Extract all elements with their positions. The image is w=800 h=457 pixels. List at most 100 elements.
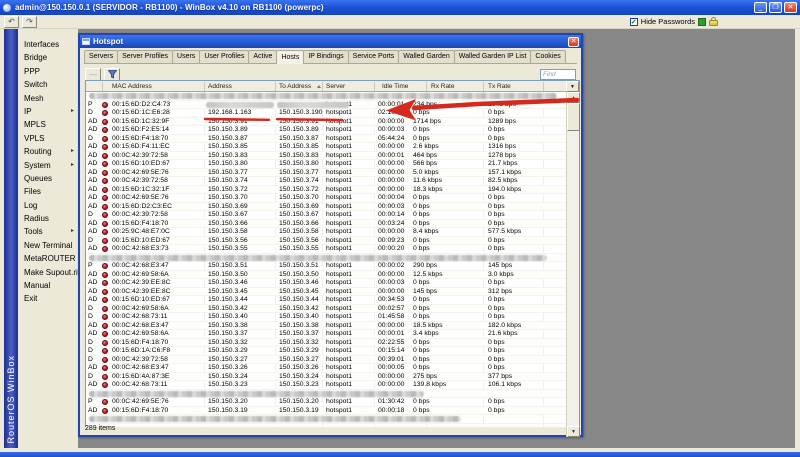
find-input[interactable]	[540, 68, 576, 80]
table-row[interactable]: D 00:15:6D:1C:E6:28 192.168.1.163 150.150.3…	[86, 109, 567, 118]
sidebar-item-manual[interactable]: Manual	[18, 279, 78, 292]
sidebar-item-ppp[interactable]: PPP	[18, 65, 78, 78]
tab-ip-bindings[interactable]: IP Bindings	[303, 50, 349, 63]
table-row[interactable]: D 00:0C:42:39:72:58 150.150.3.27 150.150.3.…	[86, 355, 567, 364]
sidebar-item-radius[interactable]: Radius	[18, 212, 78, 225]
sidebar-item-bridge[interactable]: Bridge	[18, 51, 78, 64]
column-header-to-address[interactable]: To Address	[279, 81, 311, 92]
sidebar-item-switch[interactable]: Switch	[18, 78, 78, 91]
column-separator[interactable]	[543, 82, 544, 91]
column-separator[interactable]	[374, 82, 375, 91]
column-header-server[interactable]: Server	[326, 81, 345, 92]
sidebar-item-ip[interactable]: IP ▸	[18, 105, 78, 118]
column-header-rx-rate[interactable]: Rx Rate	[431, 81, 454, 92]
column-separator[interactable]	[426, 82, 427, 91]
tab-user-profiles[interactable]: User Profiles	[199, 50, 250, 63]
tab-walled-garden-ip-list[interactable]: Walled Garden IP List	[453, 50, 532, 63]
sidebar-item-tools[interactable]: Tools ▸	[18, 225, 78, 238]
table-row[interactable]: AD 00:0C:42:69:5E:76 150.150.3.70 150.150.3…	[86, 194, 567, 203]
table-row[interactable]: P00:15:6D:D2:C4:73hotspot100:00:01234 bp…	[86, 100, 567, 109]
table-row[interactable]: D 00:15:6D:10:ED:67 150.150.3.56 150.150.3.…	[86, 236, 567, 245]
column-header-idle-time[interactable]: Idle Time	[382, 81, 408, 92]
tab-service-ports[interactable]: Service Ports	[347, 50, 400, 63]
table-row-redacted[interactable]	[86, 253, 567, 262]
table-row[interactable]: AD 00:25:9C:48:E7:0C 150.150.3.58 150.150.3…	[86, 228, 567, 237]
hotspot-close-button[interactable]: ✕	[568, 36, 579, 47]
restore-button[interactable]: ❐	[769, 2, 782, 13]
table-row[interactable]: AD 00:0C:42:69:5E:76 150.150.3.77 150.150.3…	[86, 168, 567, 177]
sidebar-item-mpls[interactable]: MPLS	[18, 118, 78, 131]
tab-hosts[interactable]: Hosts	[276, 50, 305, 64]
table-row[interactable]: AD 00:0C:42:39:EE:8C 150.150.3.45 150.150.3…	[86, 287, 567, 296]
table-row[interactable]: AD 00:0C:42:39:EE:8C 150.150.3.46 150.150.3…	[86, 279, 567, 288]
column-header-tx-rate[interactable]: Tx Rate	[488, 81, 511, 92]
table-row[interactable]: D 00:15:6D:4A:87:3E 150.150.3.24 150.150.3.…	[86, 372, 567, 381]
table-row[interactable]: D 00:15:6D:F4:18:70 150.150.3.32 150.150.3.…	[86, 338, 567, 347]
column-separator[interactable]	[204, 82, 205, 91]
table-row[interactable]: D 00:0C:42:68:73:11 150.150.3.40 150.150.3.…	[86, 313, 567, 322]
column-separator[interactable]	[483, 82, 484, 91]
table-row[interactable]: AD 00:15:6D:1C:32:9F 150.150.3.91 150.150.3…	[86, 117, 567, 126]
undo-button[interactable]: ↶	[4, 15, 19, 28]
tab-active[interactable]: Active	[248, 50, 278, 63]
table-row[interactable]: P 00:0C:42:68:E3:47 150.150.3.51 150.150.3.…	[86, 262, 567, 271]
column-separator[interactable]	[275, 82, 276, 91]
column-separator[interactable]	[102, 82, 103, 91]
sidebar-item-make-supout-rif[interactable]: Make Supout.rif	[18, 266, 80, 279]
sidebar-item-log[interactable]: Log	[18, 199, 78, 212]
table-row[interactable]: AD 00:0C:42:69:58:6A 150.150.3.37 150.150.3…	[86, 330, 567, 339]
hide-passwords-checkbox[interactable]: ✓	[629, 17, 638, 26]
taskbar[interactable]	[0, 452, 800, 457]
tab-servers[interactable]: Servers	[84, 50, 119, 63]
remove-button[interactable]: —	[85, 67, 101, 81]
table-row[interactable]: AD 00:0C:42:39:72:58 150.150.3.83 150.150.3…	[86, 151, 567, 160]
sidebar-item-interfaces[interactable]: Interfaces	[18, 38, 78, 51]
tab-walled-garden[interactable]: Walled Garden	[398, 50, 455, 63]
app-titlebar[interactable]: admin@150.150.0.1 (SERVIDOR - RB1100) - …	[0, 0, 800, 15]
table-row-redacted[interactable]	[86, 92, 567, 101]
table-row[interactable]: AD 00:0C:42:68:E3:73 150.150.3.55 150.150.3…	[86, 245, 567, 254]
filter-button[interactable]	[104, 67, 120, 81]
column-header-address[interactable]: Address	[208, 81, 232, 92]
table-row[interactable]: AD 00:15:6D:10:ED:67 150.150.3.44 150.150.3…	[86, 296, 567, 305]
table-row[interactable]: AD 00:0C:42:69:58:6A 150.150.3.50 150.150.3…	[86, 270, 567, 279]
column-header-mac-address[interactable]: MAC Address	[112, 81, 152, 92]
table-row-redacted[interactable]	[86, 415, 567, 424]
table-row[interactable]: AD 00:15:6D:F2:E5:14 150.150.3.89 150.150.3…	[86, 126, 567, 135]
sidebar-item-vpls[interactable]: VPLS	[18, 132, 78, 145]
vertical-scrollbar[interactable]: ▲ ▼	[566, 92, 580, 437]
sidebar-item-files[interactable]: Files	[18, 185, 78, 198]
table-row[interactable]: D 00:0C:42:69:58:6A 150.150.3.42 150.150.3.…	[86, 304, 567, 313]
table-row[interactable]: D 00:0C:42:39:72:58 150.150.3.67 150.150.3.…	[86, 211, 567, 220]
sidebar-item-queues[interactable]: Queues	[18, 172, 78, 185]
redo-button[interactable]: ↷	[22, 15, 37, 28]
scroll-up-button[interactable]: ▲	[567, 92, 580, 103]
column-separator[interactable]	[322, 82, 323, 91]
sidebar-item-mesh[interactable]: Mesh	[18, 92, 78, 105]
sidebar-item-exit[interactable]: Exit	[18, 292, 78, 305]
table-row[interactable]: AD 00:15:6D:F4:11:EC 150.150.3.85 150.150.3…	[86, 143, 567, 152]
hotspot-titlebar[interactable]: Hotspot ✕	[80, 35, 581, 48]
table-row[interactable]: AD 00:15:6D:F4:18:70 150.150.3.66 150.150.3…	[86, 219, 567, 228]
table-row[interactable]: D 00:15:6D:F4:18:70 150.150.3.87 150.150.3.…	[86, 134, 567, 143]
tab-users[interactable]: Users	[172, 50, 201, 63]
table-row[interactable]: AD 00:0C:42:68:E3:47 150.150.3.38 150.150.3…	[86, 321, 567, 330]
table-row[interactable]: AD 00:15:6D:1C:32:1F 150.150.3.72 150.150.3…	[86, 185, 567, 194]
table-header[interactable]: MAC Address Address To Address Server Idle T…	[86, 81, 567, 92]
column-menu-button[interactable]: ▼	[566, 81, 579, 92]
sidebar-item-metarouter[interactable]: MetaROUTER	[18, 252, 78, 265]
table-row[interactable]: D 00:15:6D:1A:C6:F8 150.150.3.29 150.150.3.…	[86, 347, 567, 356]
minimize-button[interactable]: _	[754, 2, 767, 13]
table-row[interactable]: AD 00:15:6D:D2:C3:EC 150.150.3.69 150.150.3…	[86, 202, 567, 211]
close-button[interactable]: ✕	[784, 2, 797, 13]
table-row[interactable]: AD 00:15:6D:10:ED:67 150.150.3.80 150.150.3…	[86, 160, 567, 169]
tab-cookies[interactable]: Cookies	[530, 50, 566, 63]
scrollbar-thumb[interactable]	[567, 103, 580, 131]
scroll-down-button[interactable]: ▼	[567, 426, 580, 437]
table-row[interactable]: AD 00:0C:42:68:73:11 150.150.3.23 150.150.3…	[86, 381, 567, 390]
sidebar-item-routing[interactable]: Routing ▸	[18, 145, 78, 158]
table-row[interactable]: P 00:0C:42:69:5E:76 150.150.3.20 150.150.3.…	[86, 398, 567, 407]
table-row[interactable]: AD 00:0C:42:39:72:58 150.150.3.74 150.150.3…	[86, 177, 567, 186]
table-row[interactable]: AD 00:15:6D:F4:18:70 150.150.3.19 150.150.3…	[86, 406, 567, 415]
sidebar-item-system[interactable]: System ▸	[18, 159, 78, 172]
